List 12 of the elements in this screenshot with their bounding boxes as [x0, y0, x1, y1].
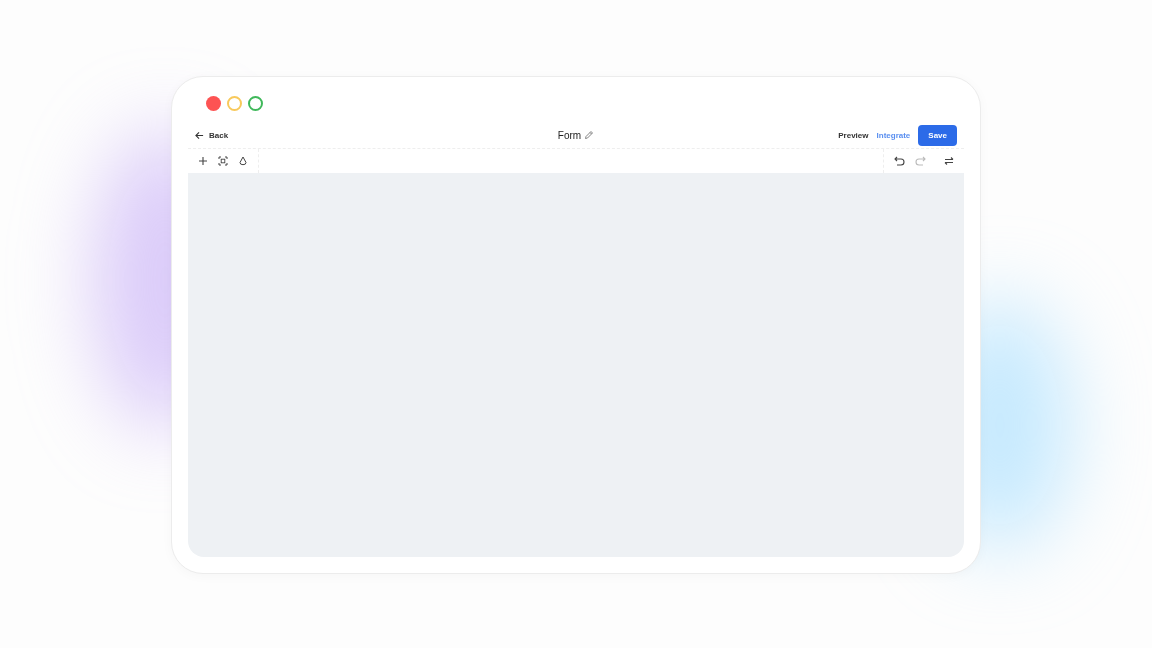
maximize-window-button[interactable]: [248, 96, 263, 111]
undo-icon[interactable]: [894, 156, 905, 166]
save-button[interactable]: Save: [918, 124, 957, 146]
plus-icon[interactable]: [198, 156, 208, 166]
droplet-icon[interactable]: [238, 156, 248, 166]
form-title: Form: [557, 129, 582, 141]
swap-arrows-icon[interactable]: [944, 156, 954, 166]
close-window-button[interactable]: [206, 96, 221, 111]
select-frame-icon[interactable]: [218, 156, 228, 166]
arrow-left-icon: [195, 130, 204, 140]
preview-link[interactable]: Preview: [838, 130, 869, 140]
back-link[interactable]: Back: [195, 130, 558, 140]
